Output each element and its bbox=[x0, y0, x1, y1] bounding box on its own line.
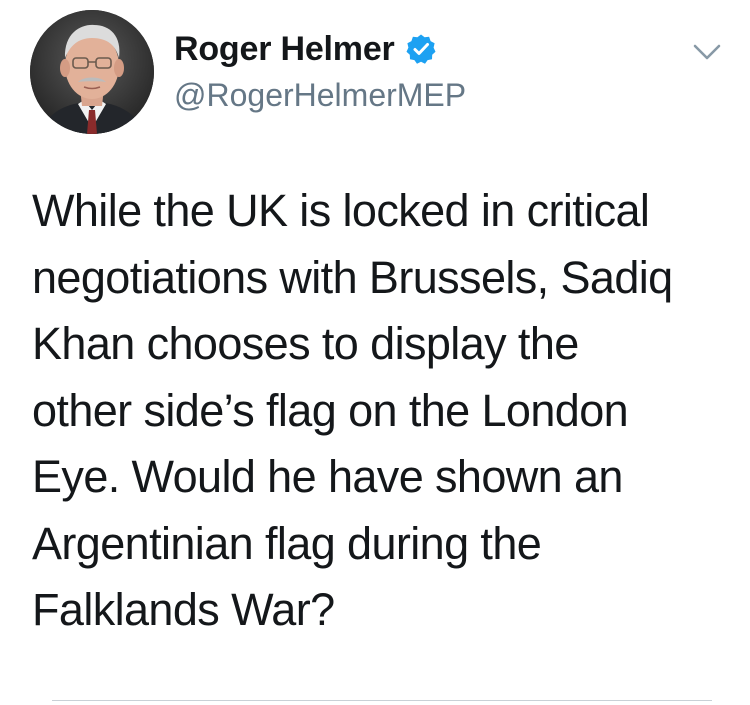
verified-badge-icon bbox=[405, 33, 437, 65]
chevron-down-icon[interactable] bbox=[692, 40, 722, 64]
author-name-row[interactable]: Roger Helmer bbox=[174, 26, 437, 72]
tweet-card: Roger Helmer @RogerHelmerMEP While the U… bbox=[0, 0, 750, 705]
author-avatar[interactable] bbox=[30, 10, 154, 134]
divider bbox=[52, 700, 712, 701]
tweet-text: While the UK is locked in critical negot… bbox=[32, 185, 673, 635]
avatar-image bbox=[30, 10, 154, 134]
author-display-name[interactable]: Roger Helmer bbox=[174, 26, 395, 72]
author-handle[interactable]: @RogerHelmerMEP bbox=[174, 74, 466, 116]
